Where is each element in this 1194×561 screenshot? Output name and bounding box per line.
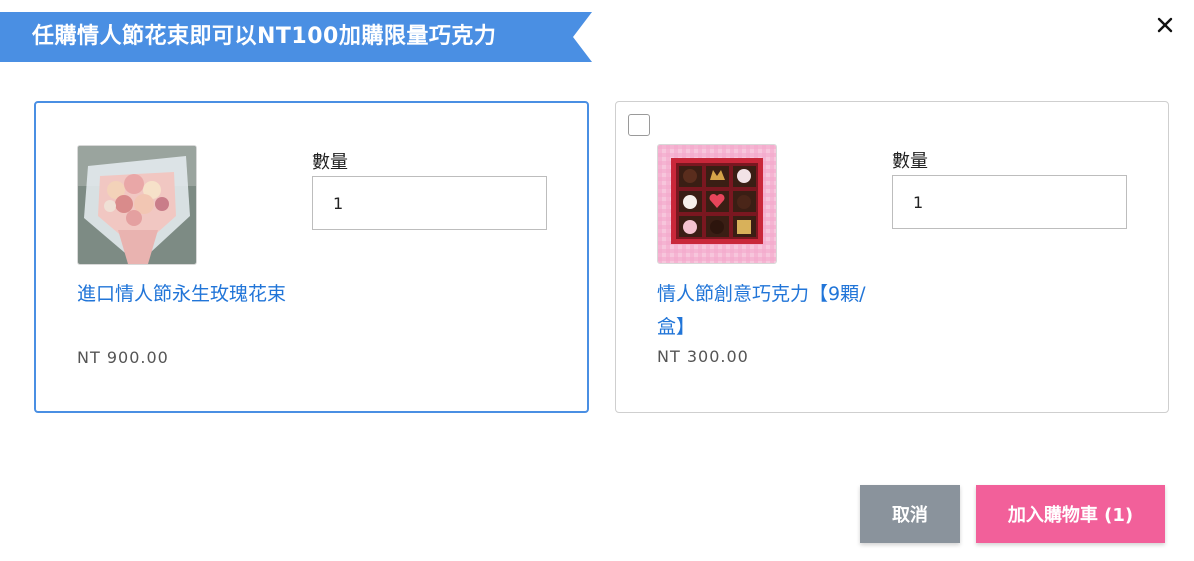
product-card-bouquet[interactable]: 進口情人節永生玫瑰花束 NT 900.00 數量 (34, 101, 589, 413)
chocolate-box-image-art (658, 145, 776, 263)
quantity-input[interactable] (312, 176, 547, 230)
select-checkbox[interactable] (628, 114, 650, 136)
product-price: NT 300.00 (657, 347, 749, 366)
product-price: NT 900.00 (77, 348, 169, 367)
promo-banner: 任購情人節花束即可以NT100加購限量巧克力 (0, 12, 592, 62)
chocolate-box-image (657, 144, 777, 264)
product-name-link[interactable]: 進口情人節永生玫瑰花束 (77, 278, 307, 311)
product-card-chocolate[interactable]: 情人節創意巧克力【9顆/盒】 NT 300.00 數量 (615, 101, 1169, 413)
bouquet-image-art (78, 146, 196, 264)
add-to-cart-button[interactable]: 加入購物車 (1) (976, 485, 1165, 543)
close-icon (1157, 17, 1173, 33)
quantity-label: 數量 (892, 151, 928, 172)
quantity-label: 數量 (312, 152, 348, 173)
quantity-input[interactable] (892, 175, 1127, 229)
close-button[interactable] (1152, 12, 1178, 38)
promo-banner-title: 任購情人節花束即可以NT100加購限量巧克力 (32, 24, 497, 49)
bouquet-image (77, 145, 197, 265)
add-on-modal: 任購情人節花束即可以NT100加購限量巧克力 進口情人節永生玫瑰花束 NT 90… (0, 0, 1194, 561)
cancel-button[interactable]: 取消 (860, 485, 960, 543)
product-name-link[interactable]: 情人節創意巧克力【9顆/盒】 (657, 278, 887, 344)
